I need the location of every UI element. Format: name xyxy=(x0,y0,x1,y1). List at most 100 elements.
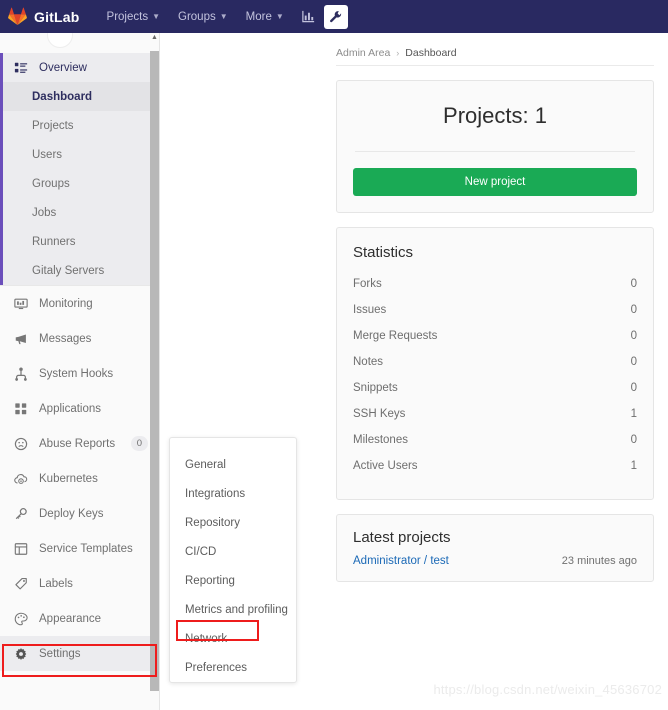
triangle-up-icon[interactable]: ▲ xyxy=(150,34,159,42)
sidebar-scrollbar[interactable]: ▲ xyxy=(150,33,159,710)
nav-item-more-label: More xyxy=(245,10,272,23)
sidebar-item-service-templates-label: Service Templates xyxy=(39,542,133,555)
sidebar-item-settings[interactable]: Settings xyxy=(0,636,159,671)
sidebar-item-runners[interactable]: Runners xyxy=(3,227,159,256)
stat-row-snippets: Snippets 0 xyxy=(353,375,637,401)
sidebar-item-groups-label: Groups xyxy=(32,177,70,190)
statistics-title: Statistics xyxy=(353,244,414,261)
latest-projects-card: Latest projects Administrator / test 23 … xyxy=(336,514,654,582)
sidebar-item-monitoring[interactable]: Monitoring xyxy=(0,286,159,321)
nav-item-more[interactable]: More ▼ xyxy=(237,0,293,33)
flyout-item-integrations-label: Integrations xyxy=(185,487,246,500)
stat-label-milestones: Milestones xyxy=(353,434,408,446)
flyout-item-cicd[interactable]: CI/CD xyxy=(170,537,296,566)
monitor-icon xyxy=(13,296,29,312)
chevron-down-icon: ▼ xyxy=(219,12,228,21)
sidebar-item-kubernetes[interactable]: Kubernetes xyxy=(0,461,159,496)
stat-label-merge-requests: Merge Requests xyxy=(353,330,438,342)
nav-item-groups-label: Groups xyxy=(178,10,216,23)
stat-label-forks: Forks xyxy=(353,278,382,290)
sidebar-item-applications-label: Applications xyxy=(39,402,102,415)
admin-wrench-icon-button[interactable] xyxy=(323,4,348,29)
stat-label-notes: Notes xyxy=(353,356,384,368)
stat-row-active-users: Active Users 1 xyxy=(353,453,637,479)
stat-value-milestones: 0 xyxy=(630,434,637,446)
sidebar-item-labels[interactable]: Labels xyxy=(0,566,159,601)
hook-icon xyxy=(13,366,29,382)
chart-icon xyxy=(302,10,315,23)
sidebar-item-applications[interactable]: Applications xyxy=(0,391,159,426)
latest-projects-title: Latest projects xyxy=(353,529,451,546)
nav-item-projects[interactable]: Projects ▼ xyxy=(98,0,169,33)
sidebar-item-system-hooks-label: System Hooks xyxy=(39,367,114,380)
sidebar-item-users[interactable]: Users xyxy=(3,140,159,169)
admin-sidebar: Overview Dashboard Projects Users Groups… xyxy=(0,33,160,710)
sidebar-item-abuse-reports-label: Abuse Reports xyxy=(39,437,116,450)
sidebar-item-gitaly-servers[interactable]: Gitaly Servers xyxy=(3,256,159,285)
sidebar-item-gitaly-servers-label: Gitaly Servers xyxy=(32,264,105,277)
nav-item-groups[interactable]: Groups ▼ xyxy=(169,0,237,33)
stat-value-forks: 0 xyxy=(630,278,637,290)
stat-row-merge-requests: Merge Requests 0 xyxy=(353,323,637,349)
sidebar-item-appearance-label: Appearance xyxy=(39,612,102,625)
chart-icon-button[interactable] xyxy=(297,5,321,29)
stat-value-merge-requests: 0 xyxy=(630,330,637,342)
stat-label-issues: Issues xyxy=(353,304,387,316)
sidebar-item-deploy-keys[interactable]: Deploy Keys xyxy=(0,496,159,531)
sidebar-item-settings-label: Settings xyxy=(39,647,81,660)
sidebar-item-dashboard-label: Dashboard xyxy=(32,90,93,103)
stat-value-notes: 0 xyxy=(630,356,637,368)
flyout-item-general[interactable]: General xyxy=(170,450,296,479)
stat-row-ssh-keys: SSH Keys 1 xyxy=(353,401,637,427)
stat-value-issues: 0 xyxy=(630,304,637,316)
page-title: Projects: 1 xyxy=(443,103,547,128)
top-navbar: GitLab Projects ▼ Groups ▼ More ▼ xyxy=(0,0,668,33)
sidebar-item-jobs[interactable]: Jobs xyxy=(3,198,159,227)
stat-row-forks: Forks 0 xyxy=(353,271,637,297)
flyout-item-repository-label: Repository xyxy=(185,516,240,529)
sidebar-item-messages[interactable]: Messages xyxy=(0,321,159,356)
flyout-item-metrics-and-profiling-label: Metrics and profiling xyxy=(185,603,288,616)
sidebar-item-monitoring-label: Monitoring xyxy=(39,297,93,310)
projects-card: Projects: 1 New project xyxy=(336,80,654,213)
chevron-down-icon: ▼ xyxy=(275,12,284,21)
flyout-item-metrics-and-profiling[interactable]: Metrics and profiling xyxy=(170,595,296,624)
flyout-item-reporting-label: Reporting xyxy=(185,574,235,587)
flyout-item-preferences[interactable]: Preferences xyxy=(170,653,296,682)
kubernetes-cloud-icon xyxy=(13,471,29,487)
service-template-icon xyxy=(13,541,29,557)
latest-project-time: 23 minutes ago xyxy=(561,555,637,567)
sidebar-item-groups[interactable]: Groups xyxy=(3,169,159,198)
stat-value-ssh-keys: 1 xyxy=(630,408,637,420)
label-tag-icon xyxy=(13,576,29,592)
sidebar-item-dashboard[interactable]: Dashboard xyxy=(3,82,159,111)
brand-logo-link[interactable]: GitLab xyxy=(8,7,80,26)
breadcrumb-root[interactable]: Admin Area xyxy=(336,47,390,59)
stat-value-snippets: 0 xyxy=(630,382,637,394)
stat-label-snippets: Snippets xyxy=(353,382,398,394)
flyout-item-network[interactable]: Network xyxy=(170,624,296,653)
flyout-item-integrations[interactable]: Integrations xyxy=(170,479,296,508)
sidebar-item-kubernetes-label: Kubernetes xyxy=(39,472,98,485)
stat-value-active-users: 1 xyxy=(630,460,637,472)
breadcrumb-divider xyxy=(336,65,654,66)
sidebar-item-projects[interactable]: Projects xyxy=(3,111,159,140)
latest-project-link[interactable]: Administrator / test xyxy=(353,555,449,567)
sidebar-item-system-hooks[interactable]: System Hooks xyxy=(0,356,159,391)
sidebar-item-service-templates[interactable]: Service Templates xyxy=(0,531,159,566)
sidebar-item-runners-label: Runners xyxy=(32,235,76,248)
abuse-reports-badge: 0 xyxy=(130,436,148,451)
breadcrumb: Admin Area › Dashboard xyxy=(336,33,668,65)
sidebar-item-appearance[interactable]: Appearance xyxy=(0,601,159,636)
new-project-button[interactable]: New project xyxy=(353,168,637,196)
flyout-item-reporting[interactable]: Reporting xyxy=(170,566,296,595)
main-content: Admin Area › Dashboard Projects: 1 New p… xyxy=(336,33,668,710)
sidebar-item-overview[interactable]: Overview xyxy=(3,53,159,82)
sidebar-section-overview: Overview Dashboard Projects Users Groups… xyxy=(0,53,159,285)
wrench-icon xyxy=(329,10,341,22)
sidebar-scrollbar-thumb[interactable] xyxy=(150,51,159,691)
sidebar-item-projects-label: Projects xyxy=(32,119,74,132)
flyout-item-repository[interactable]: Repository xyxy=(170,508,296,537)
sidebar-item-abuse-reports[interactable]: Abuse Reports 0 xyxy=(0,426,159,461)
flyout-item-general-label: General xyxy=(185,458,226,471)
